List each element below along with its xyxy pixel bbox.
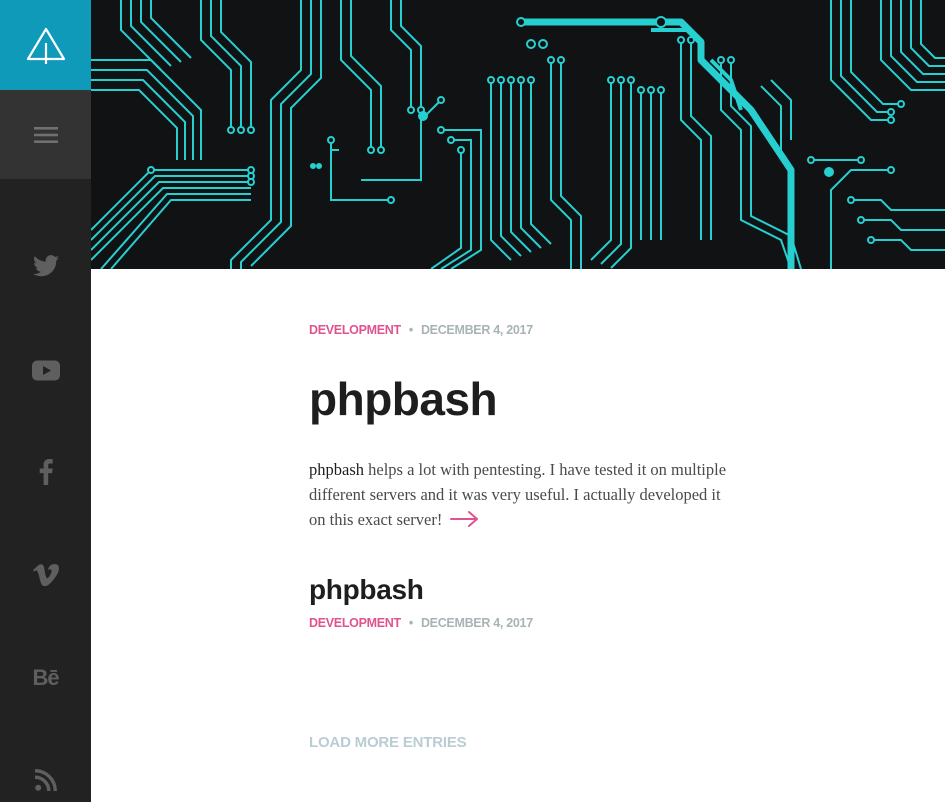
post-date[interactable]: DECEMBER 4, 2017 bbox=[421, 323, 533, 337]
excerpt-text: helps a lot with pentesting. I have test… bbox=[309, 460, 727, 529]
site-logo[interactable] bbox=[0, 0, 91, 90]
hamburger-menu-icon bbox=[33, 126, 58, 143]
youtube-icon bbox=[31, 360, 60, 380]
sidebar: Bē bbox=[0, 0, 91, 802]
twitter-icon bbox=[32, 255, 59, 277]
twitter-link[interactable] bbox=[0, 242, 91, 290]
post-title[interactable]: phpbash bbox=[309, 372, 498, 426]
vimeo-link[interactable] bbox=[0, 551, 91, 599]
triangle-arrow-logo-icon bbox=[26, 27, 65, 64]
category-link[interactable]: DEVELOPMENT bbox=[309, 323, 401, 337]
meta-separator: • bbox=[408, 616, 413, 630]
facebook-icon bbox=[39, 459, 53, 485]
rss-link[interactable] bbox=[0, 756, 91, 804]
behance-icon: Bē bbox=[32, 665, 59, 690]
facebook-link[interactable] bbox=[0, 448, 91, 496]
rss-icon bbox=[34, 769, 57, 791]
post-title[interactable]: phpbash bbox=[309, 574, 424, 606]
meta-separator: • bbox=[408, 323, 413, 337]
arrow-right-icon bbox=[450, 510, 479, 527]
excerpt-emphasis: phpbash bbox=[309, 460, 364, 479]
youtube-link[interactable] bbox=[0, 346, 91, 394]
load-more-button[interactable]: LOAD MORE ENTRIES bbox=[309, 734, 467, 751]
circuit-board-image bbox=[91, 0, 945, 269]
post-date[interactable]: DECEMBER 4, 2017 bbox=[421, 616, 533, 630]
hero-banner bbox=[91, 0, 945, 269]
read-more-link[interactable] bbox=[450, 509, 480, 534]
post-excerpt: phpbash helps a lot with pentesting. I h… bbox=[309, 457, 734, 534]
category-link[interactable]: DEVELOPMENT bbox=[309, 616, 401, 630]
post-meta: DEVELOPMENT • DECEMBER 4, 2017 bbox=[309, 616, 533, 630]
behance-link[interactable]: Bē bbox=[0, 654, 91, 702]
post-meta: DEVELOPMENT • DECEMBER 4, 2017 bbox=[309, 323, 533, 337]
menu-button[interactable] bbox=[0, 90, 91, 179]
vimeo-icon bbox=[32, 564, 59, 586]
